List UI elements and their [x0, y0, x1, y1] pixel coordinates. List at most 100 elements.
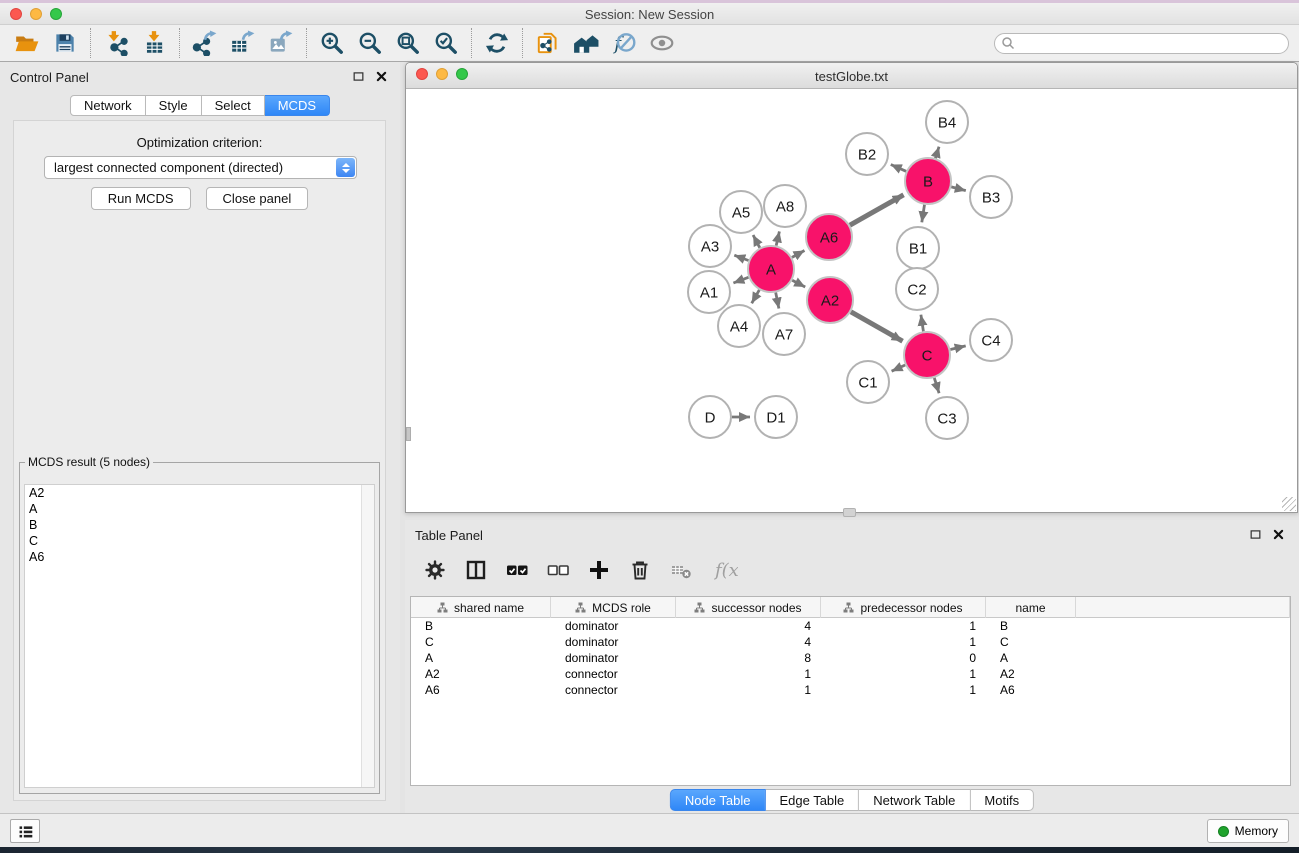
mcds-result-item[interactable]: A6	[25, 549, 374, 565]
delete-entry-button[interactable]	[626, 556, 654, 584]
close-panel-icon[interactable]	[375, 70, 388, 83]
edge-B-B3[interactable]	[951, 187, 966, 191]
edge-A-A5[interactable]	[753, 235, 760, 248]
toggle-eye-button[interactable]	[647, 28, 677, 58]
column-header-predecessor-nodes[interactable]: predecessor nodes	[821, 597, 986, 618]
mcds-result-item[interactable]: B	[25, 517, 374, 533]
tab-select[interactable]: Select	[202, 95, 265, 116]
zoom-out-button[interactable]	[355, 28, 385, 58]
search-input[interactable]	[994, 33, 1289, 54]
import-network-button[interactable]	[101, 28, 131, 58]
column-header-name[interactable]: name	[986, 597, 1076, 618]
panel-collapse-handle[interactable]	[406, 427, 411, 441]
edge-B-B1[interactable]	[922, 205, 925, 223]
tab-network[interactable]: Network	[70, 95, 146, 116]
edge-B-B2[interactable]	[891, 165, 906, 172]
toggle-function-button[interactable]: f	[609, 28, 639, 58]
edge-A-A2[interactable]	[792, 280, 805, 287]
network-window-titlebar[interactable]: testGlobe.txt	[406, 63, 1297, 89]
network-canvas[interactable]: B4 B2 B B3 A8 A5 A6 A3 B1 A C2 A1 A2 A4 …	[406, 89, 1297, 512]
node-A8[interactable]: A8	[764, 185, 806, 227]
open-session-button[interactable]	[12, 28, 42, 58]
node-A1[interactable]: A1	[688, 271, 730, 313]
export-table-button[interactable]	[228, 28, 258, 58]
node-C1[interactable]: C1	[847, 361, 889, 403]
edge-A2-C[interactable]	[851, 312, 903, 341]
clear-selection-button[interactable]	[544, 556, 572, 584]
node-A5[interactable]: A5	[720, 191, 762, 233]
node-A[interactable]: A	[748, 246, 794, 292]
split-panel-button[interactable]	[462, 556, 490, 584]
tab-edge-table[interactable]: Edge Table	[765, 789, 859, 811]
column-header-MCDS-role[interactable]: MCDS role	[551, 597, 676, 618]
table-row[interactable]: Adominator80A	[411, 650, 1290, 666]
node-B[interactable]: B	[905, 158, 951, 204]
table-row[interactable]: Cdominator41C	[411, 634, 1290, 650]
edge-C-C1[interactable]	[892, 365, 906, 371]
node-C3[interactable]: C3	[926, 397, 968, 439]
node-C4[interactable]: C4	[970, 319, 1012, 361]
task-history-button[interactable]	[10, 819, 40, 843]
save-session-button[interactable]	[50, 28, 80, 58]
float-table-panel-icon[interactable]	[1249, 528, 1262, 541]
edge-A-A4[interactable]	[752, 290, 760, 303]
memory-button[interactable]: Memory	[1207, 819, 1289, 843]
table-row[interactable]: A6connector11A6	[411, 682, 1290, 698]
scrollbar-track[interactable]	[361, 485, 374, 787]
edge-A-A7[interactable]	[776, 293, 779, 309]
home-button[interactable]	[571, 28, 601, 58]
splitter-handle[interactable]	[843, 508, 856, 517]
zoom-selected-button[interactable]	[431, 28, 461, 58]
mcds-result-item[interactable]: A2	[25, 485, 374, 501]
edge-A-A3[interactable]	[734, 255, 748, 260]
node-A2[interactable]: A2	[807, 277, 853, 323]
edge-A-A1[interactable]	[733, 277, 748, 283]
node-A4[interactable]: A4	[718, 305, 760, 347]
edge-A6-B[interactable]	[850, 195, 904, 225]
window-resize-grip[interactable]	[1282, 497, 1296, 511]
open-recent-session-button[interactable]	[533, 28, 563, 58]
export-network-button[interactable]	[190, 28, 220, 58]
zoom-in-button[interactable]	[317, 28, 347, 58]
node-C2[interactable]: C2	[896, 268, 938, 310]
edge-C-C2[interactable]	[921, 315, 924, 332]
edge-C-C4[interactable]	[950, 346, 965, 350]
column-header-successor-nodes[interactable]: successor nodes	[676, 597, 821, 618]
run-mcds-button[interactable]: Run MCDS	[91, 187, 191, 210]
optimization-select[interactable]: largest connected component (directed)	[44, 156, 357, 179]
node-B1[interactable]: B1	[897, 227, 939, 269]
close-table-panel-icon[interactable]	[1272, 528, 1285, 541]
edge-C-C3[interactable]	[934, 378, 939, 393]
mcds-result-item[interactable]: A	[25, 501, 374, 517]
node-B4[interactable]: B4	[926, 101, 968, 143]
edge-A-A6[interactable]	[792, 251, 805, 258]
tab-mcds[interactable]: MCDS	[265, 95, 330, 116]
tab-node-table[interactable]: Node Table	[670, 789, 766, 811]
node-A3[interactable]: A3	[689, 225, 731, 267]
table-row[interactable]: A2connector11A2	[411, 666, 1290, 682]
float-panel-icon[interactable]	[352, 70, 365, 83]
tab-motifs[interactable]: Motifs	[970, 789, 1034, 811]
node-B3[interactable]: B3	[970, 176, 1012, 218]
edge-A-A8[interactable]	[776, 231, 779, 245]
export-image-button[interactable]	[266, 28, 296, 58]
import-table-button[interactable]	[139, 28, 169, 58]
tab-network-table[interactable]: Network Table	[859, 789, 970, 811]
tab-style[interactable]: Style	[146, 95, 202, 116]
node-D1[interactable]: D1	[755, 396, 797, 438]
node-A6[interactable]: A6	[806, 214, 852, 260]
mcds-result-item[interactable]: C	[25, 533, 374, 549]
add-entry-button[interactable]	[585, 556, 613, 584]
node-A7[interactable]: A7	[763, 313, 805, 355]
close-panel-button[interactable]: Close panel	[206, 187, 309, 210]
zoom-fit-button[interactable]	[393, 28, 423, 58]
table-row[interactable]: Bdominator41B	[411, 618, 1290, 634]
gear-button[interactable]	[421, 556, 449, 584]
node-D[interactable]: D	[689, 396, 731, 438]
column-header-shared-name[interactable]: shared name	[411, 597, 551, 618]
node-B2[interactable]: B2	[846, 133, 888, 175]
refresh-button[interactable]	[482, 28, 512, 58]
node-C[interactable]: C	[904, 332, 950, 378]
select-all-button[interactable]	[503, 556, 531, 584]
edge-B-B4[interactable]	[935, 147, 939, 159]
